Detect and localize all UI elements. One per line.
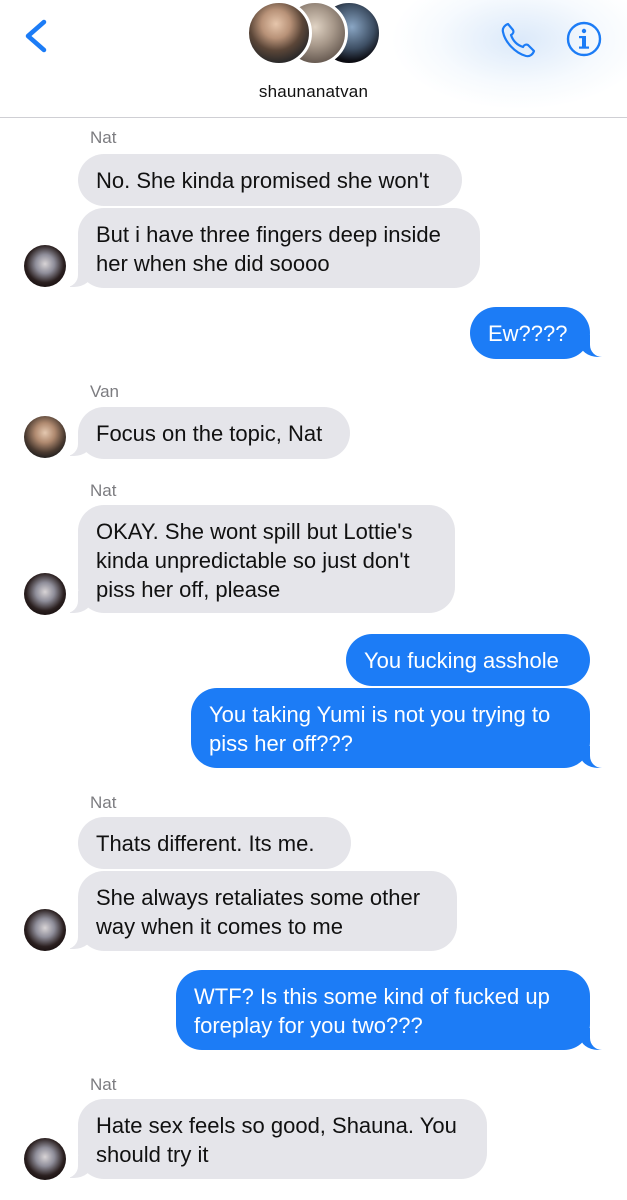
message-bubble[interactable]: Hate sex feels so good, Shauna. You shou… xyxy=(78,1099,487,1179)
message-bubble[interactable]: Focus on the topic, Nat xyxy=(78,407,350,459)
sender-label: Nat xyxy=(90,481,117,500)
group-avatar[interactable] xyxy=(246,0,386,70)
message-bubble[interactable]: She always retaliates some other way whe… xyxy=(78,871,457,951)
message-bubble[interactable]: You fucking asshole xyxy=(346,634,590,686)
conversation-header: shaunanatvan xyxy=(0,0,627,118)
back-button[interactable] xyxy=(16,14,56,58)
message-bubble[interactable]: WTF? Is this some kind of fucked up fore… xyxy=(176,970,590,1050)
message-bubble[interactable]: Thats different. Its me. xyxy=(78,817,351,869)
sender-label: Van xyxy=(90,382,119,401)
sender-label: Nat xyxy=(90,1075,117,1094)
message-bubble[interactable]: Ew???? xyxy=(470,307,590,359)
group-name[interactable]: shaunanatvan xyxy=(0,82,627,102)
avatar-1 xyxy=(246,0,312,66)
call-button[interactable] xyxy=(496,18,540,62)
phone-icon xyxy=(501,22,536,58)
message-bubble[interactable]: No. She kinda promised she won't xyxy=(78,154,462,206)
sender-label: Nat xyxy=(90,128,117,147)
avatar-nat[interactable] xyxy=(24,909,66,951)
avatar-van[interactable] xyxy=(24,416,66,458)
info-button[interactable] xyxy=(562,18,606,62)
chevron-left-icon xyxy=(25,19,47,53)
avatar-nat[interactable] xyxy=(24,573,66,615)
avatar-nat[interactable] xyxy=(24,245,66,287)
sender-label: Nat xyxy=(90,793,117,812)
message-bubble[interactable]: You taking Yumi is not you trying to pis… xyxy=(191,688,590,768)
message-bubble[interactable]: But i have three fingers deep inside her… xyxy=(78,208,480,288)
info-circle-icon xyxy=(566,21,602,57)
avatar-nat[interactable] xyxy=(24,1138,66,1180)
message-bubble[interactable]: OKAY. She wont spill but Lottie's kinda … xyxy=(78,505,455,613)
